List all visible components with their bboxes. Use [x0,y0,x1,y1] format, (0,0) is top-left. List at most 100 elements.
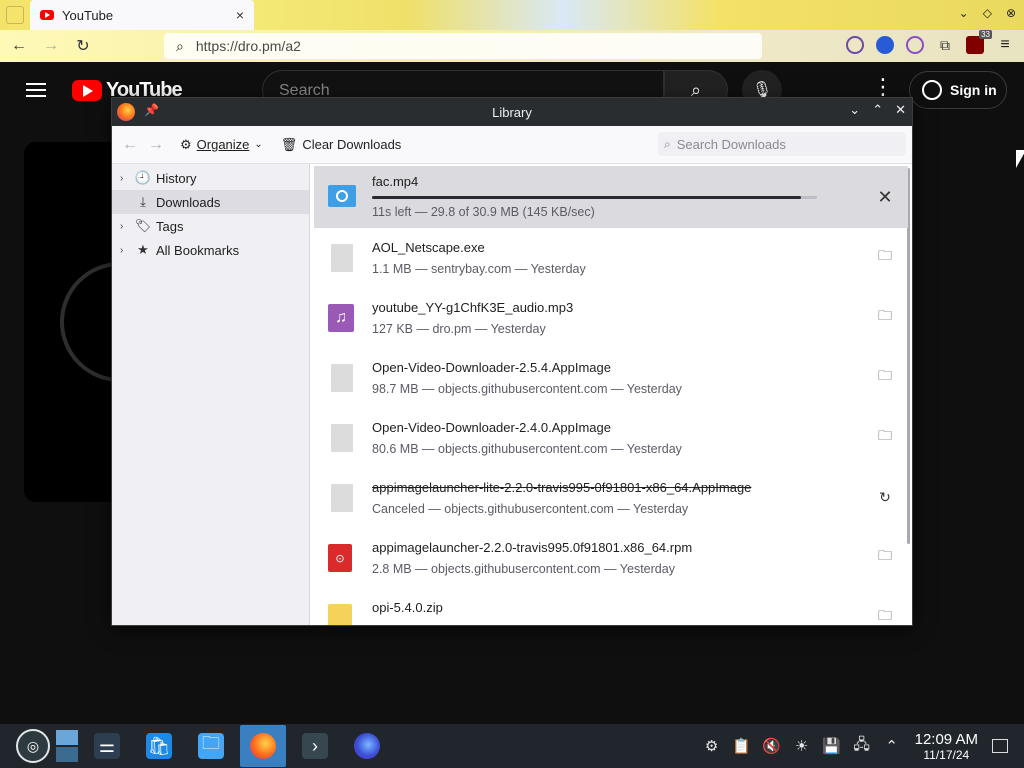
browser-window-controls: ⌄ ◇ ⊗ [959,6,1016,20]
expand-arrow-icon[interactable]: › [120,245,134,256]
maximize-icon[interactable]: ⌃ [872,102,883,118]
download-status: Canceled — objects.githubusercontent.com… [372,502,689,516]
download-status: 127 KB — dro.pm — Yesterday [372,322,546,336]
file-manager-icon[interactable]: 🗀 [188,725,234,767]
steam-icon[interactable]: ⚙ [697,737,727,755]
folder-icon[interactable]: 🗀 [874,366,896,388]
more-options-icon[interactable]: ⋮ [872,76,894,98]
application-launcher-icon[interactable]: ◎ [16,729,50,763]
sidebar-item-label: All Bookmarks [156,242,240,258]
download-filename: Open-Video-Downloader-2.4.0.AppImage [372,420,611,435]
folder-icon[interactable]: 🗀 [874,426,896,448]
reload-icon[interactable]: ↻ [70,33,96,59]
network-icon[interactable]: 🖧 [847,734,877,759]
retry-icon[interactable]: ↻ [874,486,896,508]
sidebar-item-tags[interactable]: › 🏷 Tags [112,214,309,238]
expand-arrow-icon[interactable]: › [120,173,134,184]
download-item[interactable]: Open-Video-Downloader-2.4.0.AppImage 80.6… [314,408,908,468]
firefox-nightly-icon[interactable] [344,725,390,767]
download-progress-bar [372,196,817,199]
sign-in-button[interactable]: Sign in [909,71,1007,109]
folder-icon[interactable]: 🗀 [874,246,896,268]
tab-list-icon[interactable] [6,6,24,24]
brightness-icon[interactable]: ☀ [787,737,817,755]
browser-tab-strip: YouTube × ⌄ ◇ ⊗ [0,0,1024,30]
ublock-count: 33 [979,30,992,39]
folder-icon[interactable]: 🗀 [874,606,896,625]
sidebar-item-history[interactable]: › 🕘 History [112,166,309,190]
download-item[interactable]: fac.mp4 11s left — 29.8 of 30.9 MB (145 K… [314,166,908,228]
volume-muted-icon[interactable]: 🔇 [757,737,787,755]
guide-menu-icon[interactable] [26,83,46,97]
sidebar-item-all-bookmarks[interactable]: › ★ All Bookmarks [112,238,309,262]
cancel-icon[interactable]: ✕ [874,186,896,208]
forward-icon[interactable]: → [148,136,164,154]
minimize-icon[interactable]: ⌄ [849,102,860,118]
download-status: 98.7 MB — objects.githubusercontent.com … [372,382,682,396]
download-item[interactable]: Open-Video-Downloader-2.5.4.AppImage 98.7… [314,348,908,408]
url-text: https://dro.pm/a2 [195,38,301,54]
firefox-icon[interactable] [240,725,286,767]
search-downloads-placeholder: Search Downloads [676,136,786,152]
library-window-controls: ⌄ ⌃ ✕ [849,102,906,118]
close-icon[interactable]: ✕ [895,102,906,118]
virtual-desktops-icon[interactable] [56,730,78,762]
mouse-cursor-icon [1016,150,1024,168]
storage-icon[interactable]: 💾 [817,737,847,755]
ublock-icon[interactable]: 33 [966,30,992,54]
account-icon[interactable] [906,36,924,54]
url-bar[interactable]: ⌕ https://dro.pm/a2 [164,33,762,59]
download-item[interactable]: appimagelauncher-lite-2.2.0-travis995-0f… [314,468,908,528]
clock[interactable]: 12:09 AM 11/17/24 [915,731,978,762]
library-toolbar: ← → ⚙ Organize ⌄ 🗑 Clear Downloads ⌕ Sea… [112,126,912,164]
folder-icon[interactable]: 🗀 [874,546,896,568]
search-downloads-input[interactable]: ⌕ Search Downloads [658,132,906,156]
download-item[interactable]: ⊙ appimagelauncher-2.2.0-travis995.0f9180… [314,528,908,588]
clear-downloads-button[interactable]: 🗑 Clear Downloads [281,137,402,153]
generic-file-icon [328,424,356,452]
organize-button[interactable]: ⚙ Organize ⌄ [180,137,263,153]
back-icon[interactable]: ← [6,33,32,59]
minimize-icon[interactable]: ⌄ [959,6,969,20]
organize-label: Organize [196,137,250,152]
clock-icon: 🕘 [134,170,152,185]
clipboard-icon[interactable]: 📋 [727,737,757,755]
rpm-package-icon: ⊙ [328,544,356,572]
chevron-up-icon[interactable]: ⌃ [877,737,907,755]
show-desktop-icon[interactable] [992,739,1008,753]
vpn-icon[interactable] [876,36,894,54]
download-progress-fill [372,196,801,199]
hamburger-menu-icon[interactable]: ≡ [996,36,1014,54]
sidebar-item-label: History [156,170,197,186]
generic-file-icon [328,364,356,392]
sidebar-item-downloads[interactable]: ⤓ Downloads [112,190,309,214]
download-item[interactable]: AOL_Netscape.exe 1.1 MB — sentrybay.com —… [314,228,908,288]
forward-icon[interactable]: → [38,33,64,59]
gear-icon: ⚙ [180,136,192,152]
maximize-icon[interactable]: ◇ [983,6,992,20]
clock-time: 12:09 AM [914,730,978,748]
download-status: 1.1 MB — sentrybay.com — Yesterday [372,262,586,276]
pocket-icon[interactable] [846,36,864,54]
terminal-icon[interactable]: › [292,725,338,767]
download-item[interactable]: ♫ youtube_YY-g1ChfK3E_audio.mp3 127 KB — d… [314,288,908,348]
tab-youtube[interactable]: YouTube × [30,0,254,30]
search-icon: ⌕ [176,37,184,54]
zip-file-icon [328,604,356,625]
star-icon: ★ [137,242,149,257]
library-sidebar: › 🕘 History ⤓ Downloads › 🏷 Tags › ★ All Bookmarks [112,164,310,625]
close-window-icon[interactable]: ⊗ [1006,6,1016,20]
library-window: 📌 Library ⌄ ⌃ ✕ ← → ⚙ Organize ⌄ 🗑 Clear… [111,97,913,626]
extensions-icon[interactable]: ⧉ [936,36,954,54]
folder-icon[interactable]: 🗀 [874,306,896,328]
sidebar-item-label: Tags [156,218,184,234]
settings-icon[interactable]: ⚌ [84,725,130,767]
expand-arrow-icon[interactable]: › [120,221,134,232]
download-item[interactable]: opi-5.4.0.zip 🗀 [314,588,908,625]
tab-close-icon[interactable]: × [236,7,244,23]
back-icon[interactable]: ← [122,136,138,154]
store-icon[interactable]: 🛍 [136,725,182,767]
firefox-icon [117,103,135,121]
youtube-favicon-icon [40,10,54,20]
pin-icon[interactable]: 📌 [144,103,159,117]
